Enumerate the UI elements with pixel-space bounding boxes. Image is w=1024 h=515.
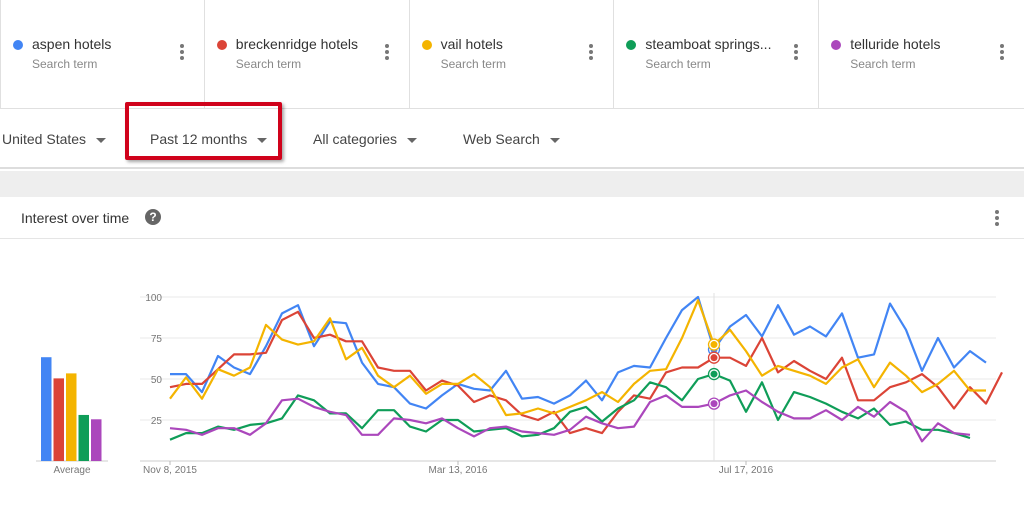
hover-point bbox=[710, 370, 718, 378]
y-tick-label: 75 bbox=[151, 334, 163, 345]
average-bar bbox=[66, 373, 77, 461]
x-tick-label: Jul 17, 2016 bbox=[719, 465, 774, 476]
average-bars: Average bbox=[36, 357, 108, 476]
y-tick-label: 100 bbox=[145, 293, 162, 304]
chart-lines bbox=[169, 293, 1003, 461]
hover-point bbox=[710, 354, 718, 362]
hover-point bbox=[710, 341, 718, 349]
hover-point bbox=[710, 400, 718, 408]
x-tick-label: Mar 13, 2016 bbox=[429, 465, 488, 476]
average-bar bbox=[91, 419, 102, 461]
x-axis: Nov 8, 2015 Mar 13, 2016 Jul 17, 2016 bbox=[143, 461, 774, 476]
average-bar bbox=[78, 414, 89, 461]
series-line bbox=[169, 299, 986, 417]
y-tick-label: 25 bbox=[151, 416, 163, 427]
interest-chart: 25 50 75 100 Average Nov 8, 2015 Mar 13, 201… bbox=[36, 293, 1003, 476]
x-tick-label: Nov 8, 2015 bbox=[143, 465, 197, 476]
y-tick-label: 50 bbox=[151, 375, 163, 386]
average-label: Average bbox=[53, 465, 91, 476]
average-bar bbox=[41, 357, 52, 461]
average-bar bbox=[53, 378, 64, 461]
